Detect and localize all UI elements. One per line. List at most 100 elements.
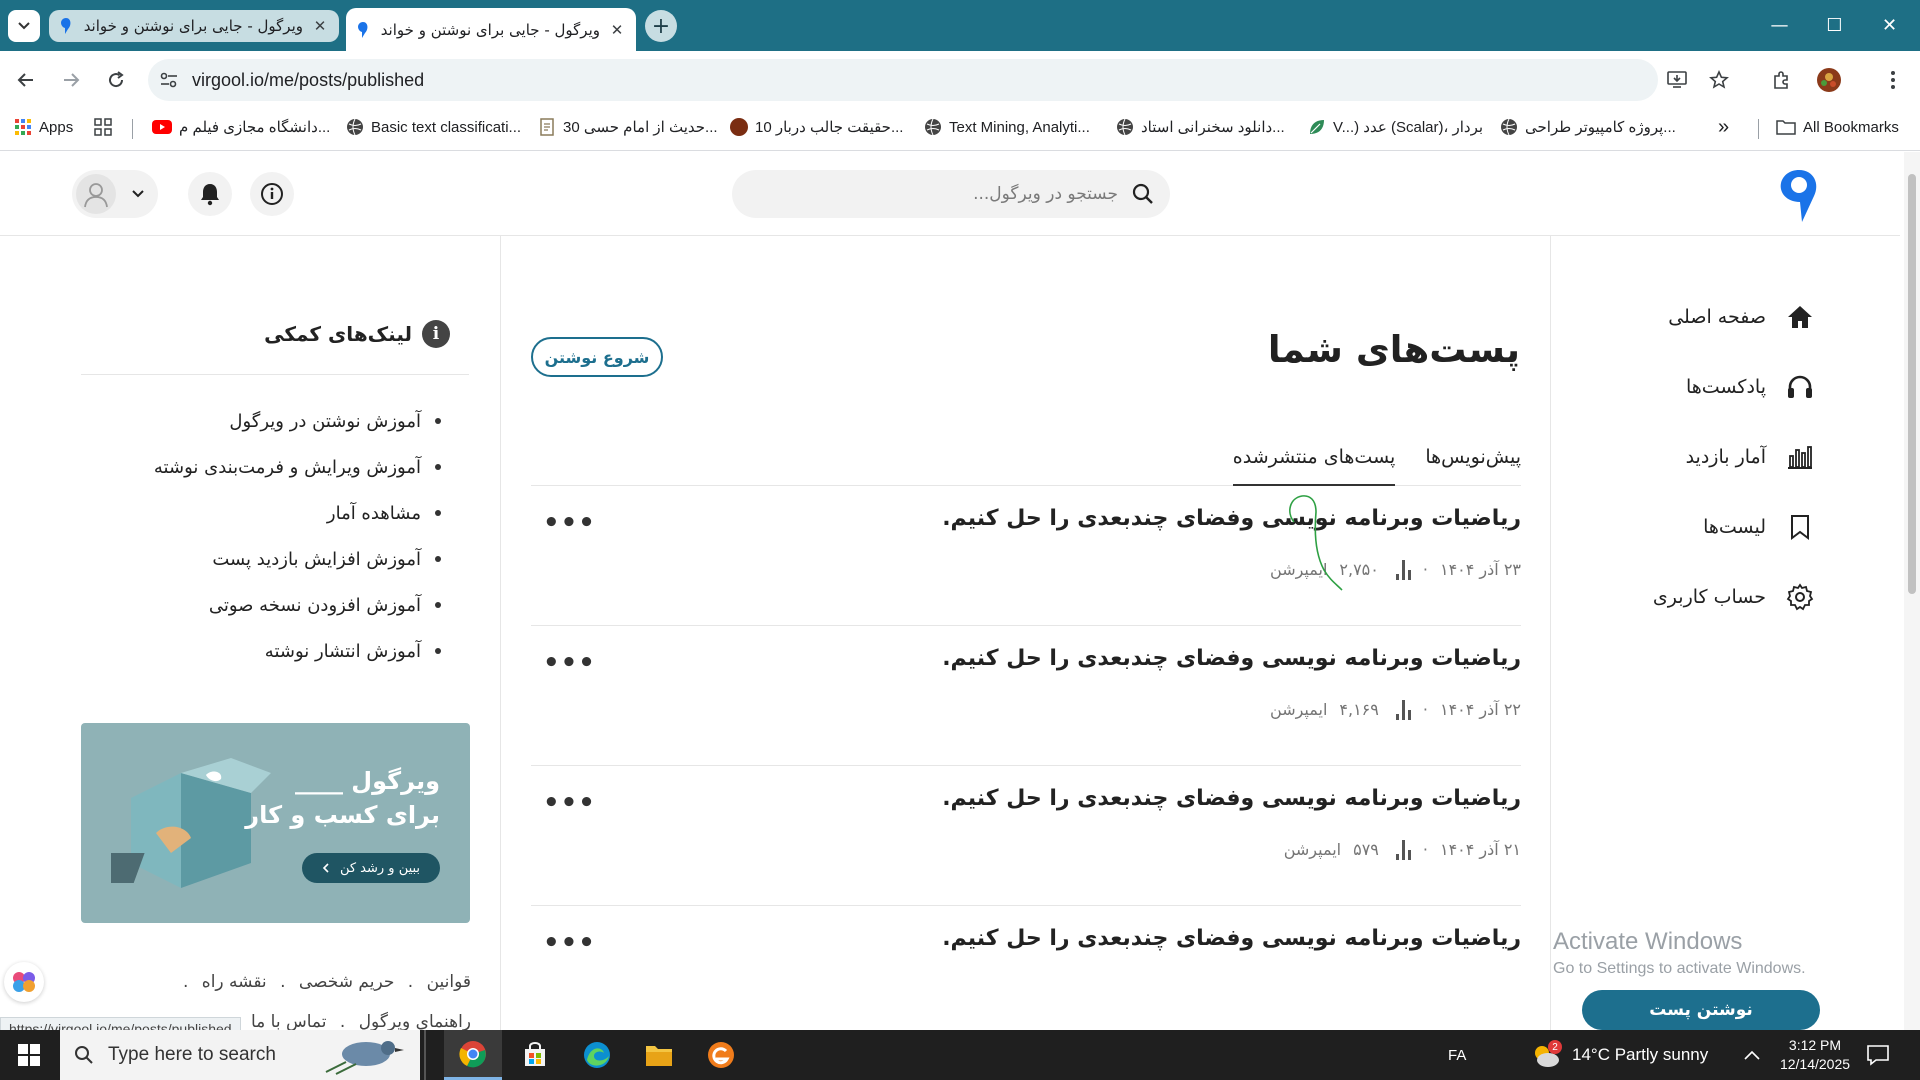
post-more-button[interactable]: ••• [543, 788, 596, 818]
maximize-button[interactable]: ☐ [1807, 0, 1862, 51]
new-tab-button[interactable]: + [645, 10, 677, 42]
taskbar-search[interactable]: Type here to search [60, 1030, 420, 1080]
bookmark-item[interactable]: V...) عدد (Scalar)، بردار [1308, 109, 1483, 145]
nav-stats[interactable]: آمار بازدید [1600, 422, 1820, 492]
status-bar-url: https://virgool.io/me/posts/published [0, 1017, 241, 1030]
taskbar-file-explorer[interactable] [630, 1030, 688, 1080]
taskbar-edge[interactable] [568, 1030, 626, 1080]
bookmark-item[interactable]: Text Mining, Analyti... [924, 109, 1090, 145]
clock[interactable]: 3:12 PM 12/14/2025 [1772, 1030, 1858, 1080]
post-more-button[interactable]: ••• [543, 508, 596, 538]
post-title[interactable]: ریاضیات وبرنامه نویسی وفضای چندبعدی را ح… [942, 646, 1521, 671]
nav-lists[interactable]: لیست‌ها [1600, 492, 1820, 562]
help-link[interactable]: مشاهده آمار [81, 490, 441, 536]
scrollbar-thumb[interactable] [1908, 174, 1916, 594]
start-writing-button[interactable]: شروع نوشتن [531, 337, 663, 377]
site-info-icon[interactable] [152, 63, 186, 97]
start-button[interactable] [0, 1030, 58, 1080]
post-more-button[interactable]: ••• [543, 928, 596, 958]
bookmark-item[interactable]: دانشگاه مجازی فیلم م... [152, 109, 330, 145]
link-text[interactable]: آموزش نوشتن در ویرگول [229, 411, 421, 432]
site-search-box[interactable]: جستجو در ویرگول... [732, 170, 1170, 218]
back-button[interactable] [10, 64, 42, 96]
page-scrollbar[interactable] [1904, 152, 1920, 1030]
browser-tab-1[interactable]: ویرگول - جایی برای نوشتن و خواند ✕ [49, 10, 339, 42]
doc-icon [540, 118, 554, 136]
bookmark-star-icon[interactable] [1702, 63, 1736, 97]
browser-tab-2[interactable]: ویرگول - جایی برای نوشتن و خواند ✕ [346, 8, 636, 51]
close-window-button[interactable]: ✕ [1862, 0, 1917, 51]
tab-groups-icon[interactable] [94, 109, 112, 145]
business-banner[interactable]: ویرگول ____ برای کسب و کار ببین و رشد کن [81, 723, 470, 923]
nav-podcasts[interactable]: پادکست‌ها [1600, 352, 1820, 422]
nav-account[interactable]: حساب کاربری [1600, 562, 1820, 632]
post-item[interactable]: ریاضیات وبرنامه نویسی وفضای چندبعدی را ح… [531, 486, 1521, 626]
bookmark-item[interactable]: 10 حقیقت جالب دربار... [730, 109, 903, 145]
weather-widget[interactable]: 2 14°C Partly sunny [1530, 1030, 1708, 1080]
virgool-logo-icon[interactable] [1774, 166, 1824, 226]
tab-drafts[interactable]: پیش‌نویس‌ها [1425, 442, 1521, 486]
help-link[interactable]: آموزش ویرایش و فرمت‌بندی نوشته [81, 444, 441, 490]
chevron-up-icon [1744, 1050, 1760, 1060]
banner-cta-button[interactable]: ببین و رشد کن [302, 853, 440, 883]
post-more-button[interactable]: ••• [543, 648, 596, 678]
minimize-button[interactable]: — [1752, 0, 1807, 51]
tab-title: ویرگول - جایی برای نوشتن و خواند [83, 17, 303, 35]
user-menu-button[interactable] [72, 170, 158, 218]
bullet [435, 602, 441, 608]
help-link[interactable]: آموزش افزایش بازدید پست [81, 536, 441, 582]
action-center-button[interactable] [1866, 1030, 1890, 1080]
notifications-button[interactable] [188, 172, 232, 216]
link-text[interactable]: آموزش انتشار نوشته [265, 641, 421, 662]
all-bookmarks-button[interactable]: All Bookmarks [1776, 109, 1899, 145]
post-item[interactable]: ریاضیات وبرنامه نویسی وفضای چندبعدی را ح… [531, 906, 1521, 1030]
help-link[interactable]: آموزش نوشتن در ویرگول [81, 398, 441, 444]
info-button[interactable] [250, 172, 294, 216]
extensions-icon[interactable] [1764, 63, 1798, 97]
post-date: ۲۱ آذر ۱۴۰۴ [1439, 839, 1521, 859]
post-title[interactable]: ریاضیات وبرنامه نویسی وفضای چندبعدی را ح… [942, 926, 1521, 951]
language-indicator[interactable]: FA [1448, 1030, 1466, 1080]
taskbar-chrome[interactable] [444, 1030, 502, 1080]
nav-home[interactable]: صفحه اصلی [1600, 282, 1820, 352]
footer-link-guide[interactable]: راهنمای ویرگول [359, 1012, 471, 1030]
footer-link-roadmap[interactable]: نقشه راه [202, 972, 267, 992]
post-item[interactable]: ریاضیات وبرنامه نویسی وفضای چندبعدی را ح… [531, 766, 1521, 906]
footer-link-privacy[interactable]: حریم شخصی [299, 972, 394, 992]
bookmark-label: پروژه کامپیوتر طراحی... [1525, 119, 1676, 136]
more-bookmarks-button[interactable]: » [1718, 109, 1729, 145]
post-title[interactable]: ریاضیات وبرنامه نویسی وفضای چندبعدی را ح… [942, 506, 1521, 531]
close-tab-icon[interactable]: ✕ [608, 21, 626, 39]
link-text[interactable]: آموزش افزایش بازدید پست [212, 549, 421, 570]
reload-button[interactable] [100, 64, 132, 96]
close-tab-icon[interactable]: ✕ [311, 17, 329, 35]
forward-button[interactable] [55, 64, 87, 96]
tab-published[interactable]: پست‌های منتشرشده [1232, 442, 1396, 486]
install-app-icon[interactable] [1660, 63, 1694, 97]
ai-assistant-button[interactable] [4, 962, 44, 1002]
bookmark-item[interactable]: دانلود سخنرانی استاد... [1116, 109, 1285, 145]
taskbar-app-orange[interactable] [692, 1030, 750, 1080]
help-link[interactable]: آموزش انتشار نوشته [81, 628, 441, 674]
nav-label: پادکست‌ها [1686, 376, 1766, 398]
bookmark-item[interactable]: پروژه کامپیوتر طراحی... [1500, 109, 1676, 145]
profile-avatar-icon[interactable] [1812, 63, 1846, 97]
address-bar[interactable]: virgool.io/me/posts/published [148, 59, 1658, 101]
chrome-menu-icon[interactable] [1876, 63, 1910, 97]
meta-separator: · [1422, 839, 1428, 859]
bookmark-apps[interactable]: Apps [14, 109, 73, 145]
post-title[interactable]: ریاضیات وبرنامه نویسی وفضای چندبعدی را ح… [942, 786, 1521, 811]
footer-link-rules[interactable]: قوانین [427, 972, 471, 992]
show-hidden-icons-button[interactable] [1744, 1030, 1760, 1080]
footer-link-contact[interactable]: تماس با ما [251, 1012, 327, 1030]
write-post-button[interactable]: نوشتن پست [1582, 990, 1820, 1030]
post-item[interactable]: ریاضیات وبرنامه نویسی وفضای چندبعدی را ح… [531, 626, 1521, 766]
bookmark-item[interactable]: 30 حدیث از امام حسی... [538, 109, 718, 145]
taskbar-store[interactable] [506, 1030, 564, 1080]
help-link[interactable]: آموزش افزودن نسخه صوتی [81, 582, 441, 628]
link-text[interactable]: آموزش ویرایش و فرمت‌بندی نوشته [154, 457, 421, 478]
tab-search-button[interactable] [8, 10, 40, 42]
link-text[interactable]: آموزش افزودن نسخه صوتی [209, 595, 421, 616]
bookmark-item[interactable]: Basic text classificati... [346, 109, 521, 145]
link-text[interactable]: مشاهده آمار [327, 503, 421, 524]
